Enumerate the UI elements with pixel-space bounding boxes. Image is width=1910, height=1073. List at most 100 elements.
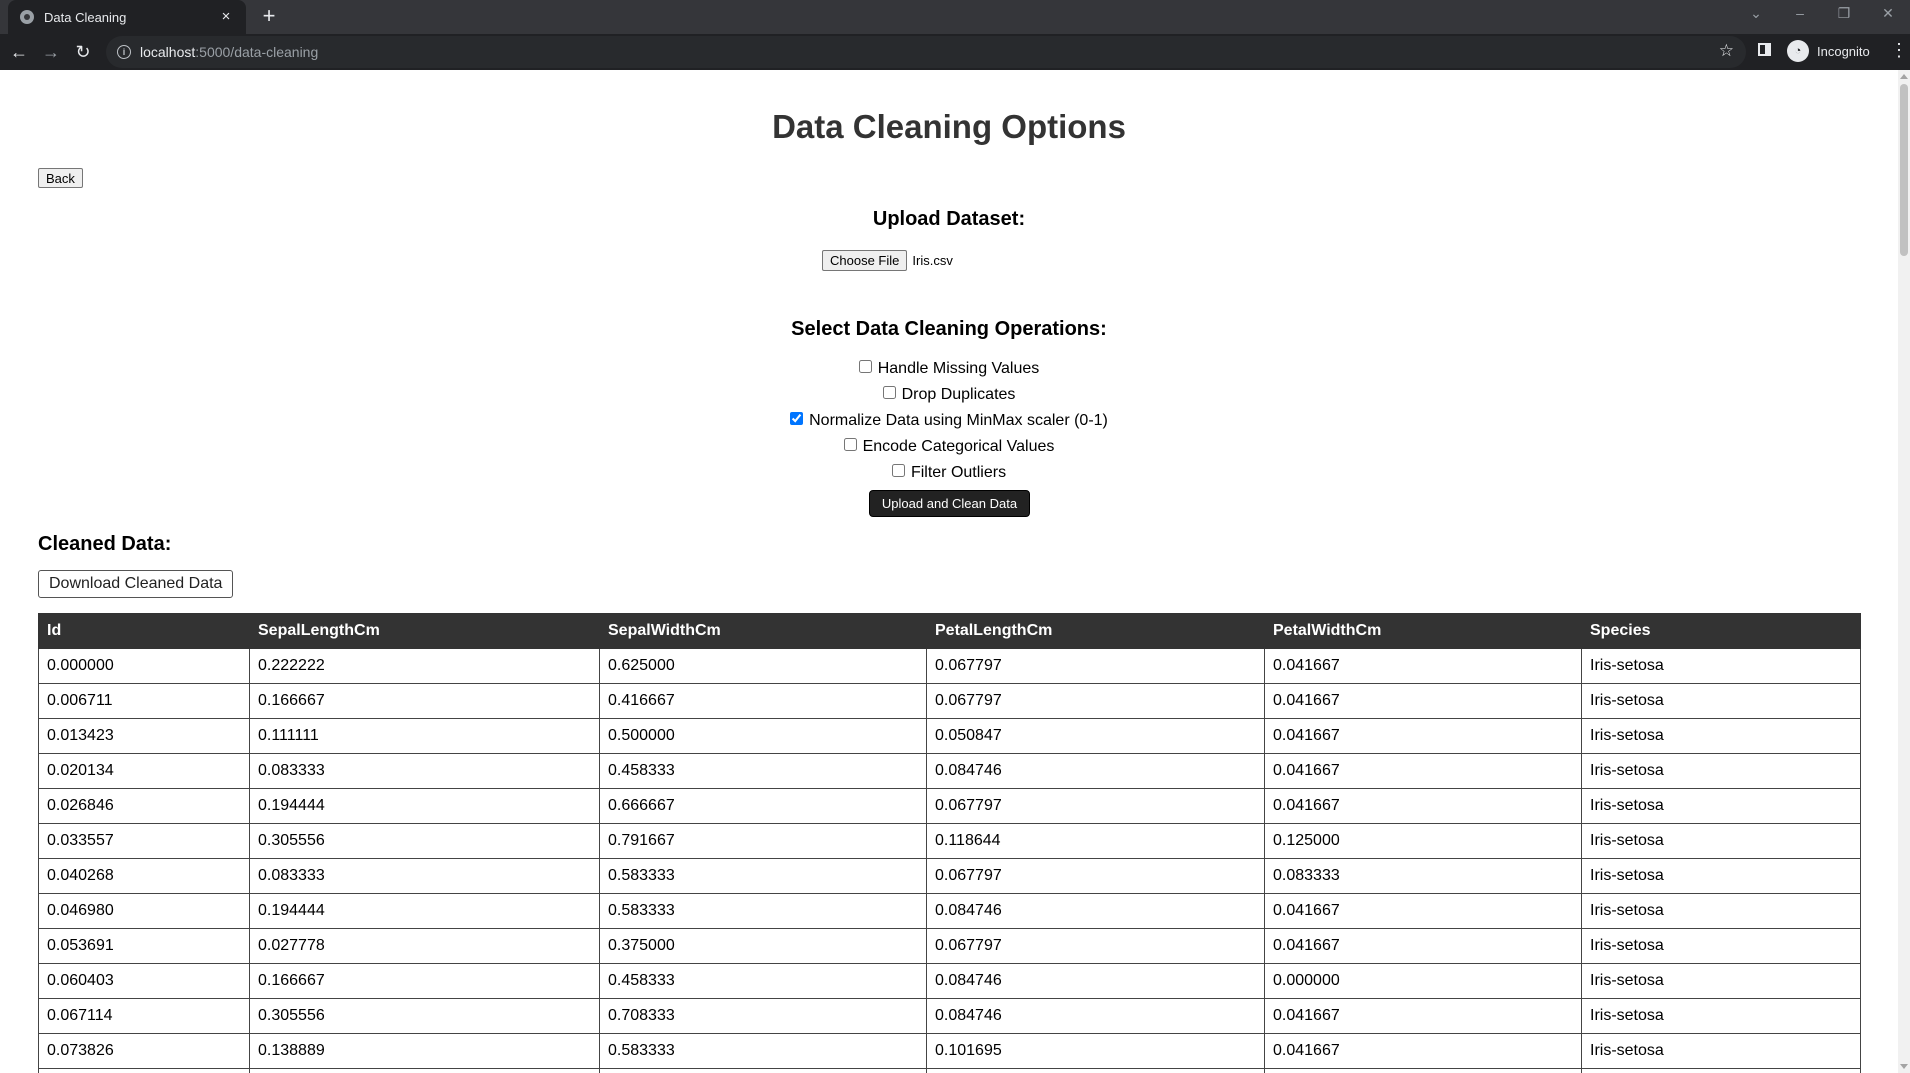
- table-cell: 0.067797: [926, 683, 1265, 719]
- table-cell: 0.500000: [599, 718, 927, 754]
- table-cell: 0.041667: [1264, 1033, 1582, 1069]
- table-cell: Iris-setosa: [1581, 893, 1861, 929]
- cleaned-data-heading: Cleaned Data:: [38, 533, 172, 555]
- table-cell: 0.625000: [599, 648, 927, 684]
- table-row: 0.013423 0.111111 0.500000 0.050847 0.041667…: [38, 718, 1861, 754]
- table-cell: Iris-setosa: [1581, 788, 1861, 824]
- operations-heading: Select Data Cleaning Operations:: [791, 318, 1107, 340]
- table-cell: Iris-setosa: [1581, 823, 1861, 859]
- option-label: Drop Duplicates: [901, 386, 1016, 403]
- minimize-icon[interactable]: –: [1778, 0, 1822, 30]
- incognito-label: Incognito: [1817, 43, 1870, 59]
- browser-tab[interactable]: Data Cleaning ×: [8, 0, 246, 34]
- download-button[interactable]: Download Cleaned Data: [38, 570, 234, 598]
- table-cell: 0.060403: [38, 963, 250, 999]
- table-cell: 0.138889: [249, 1033, 600, 1069]
- close-icon[interactable]: ×: [216, 7, 236, 27]
- table-cell: 0.583333: [599, 1033, 927, 1069]
- url-path: :5000/data-cleaning: [195, 44, 319, 60]
- browser-chrome: Data Cleaning × + ⌄ – ❐ ✕ ← → ↻ i localh…: [0, 0, 1910, 70]
- table-cell: 0.067797: [926, 928, 1265, 964]
- table-row: 0.033557 0.305556 0.791667 0.118644 0.125000…: [38, 823, 1861, 859]
- table-cell: 0.041667: [1264, 928, 1582, 964]
- encode-categorical-checkbox[interactable]: [843, 438, 857, 452]
- table-cell: 0.084746: [926, 753, 1265, 789]
- table-cell: 0.084746: [926, 998, 1265, 1034]
- table-cell: 0.791667: [599, 823, 927, 859]
- upload-clean-button[interactable]: Upload and Clean Data: [869, 490, 1030, 517]
- file-name: Iris.csv: [912, 253, 953, 268]
- option-filter-outliers: Filter Outliers: [0, 464, 1898, 482]
- table-cell: [926, 1068, 1265, 1073]
- table-cell: 0.305556: [249, 823, 600, 859]
- column-header: Species: [1581, 613, 1861, 649]
- table-cell: 0.194444: [249, 788, 600, 824]
- table-cell: 0.166667: [249, 963, 600, 999]
- page-scrollbar[interactable]: [1898, 70, 1910, 1073]
- star-icon[interactable]: ☆: [1719, 41, 1734, 61]
- page-title: Data Cleaning Options: [772, 108, 1126, 145]
- restore-icon[interactable]: ❐: [1822, 0, 1866, 30]
- kebab-menu-icon[interactable]: ⋮: [1890, 40, 1908, 61]
- back-arrow-icon[interactable]: ←: [6, 39, 32, 65]
- table-row: 0.060403 0.166667 0.458333 0.084746 0.000000…: [38, 963, 1861, 999]
- address-bar[interactable]: i localhost:5000/data-cleaning ☆: [106, 36, 1746, 68]
- scroll-up-icon[interactable]: [1900, 74, 1908, 79]
- table-row: 0.046980 0.194444 0.583333 0.084746 0.041667…: [38, 893, 1861, 929]
- plus-icon[interactable]: +: [258, 5, 280, 27]
- info-icon[interactable]: i: [117, 45, 131, 59]
- table-cell: 0.194444: [249, 893, 600, 929]
- forward-arrow-icon[interactable]: →: [38, 39, 64, 65]
- table-cell: 0.020134: [38, 753, 250, 789]
- table-row: 0.073826 0.138889 0.583333 0.101695 0.041667…: [38, 1033, 1861, 1069]
- upload-heading: Upload Dataset:: [872, 208, 1026, 230]
- table-cell: 0.013423: [38, 718, 250, 754]
- table-cell: Iris-setosa: [1581, 1033, 1861, 1069]
- tab-title: Data Cleaning: [44, 9, 127, 25]
- file-input[interactable]: Choose File Iris.csv: [822, 250, 953, 271]
- handle-missing-checkbox[interactable]: [858, 360, 872, 374]
- option-label: Encode Categorical Values: [862, 438, 1055, 455]
- column-header: SepalWidthCm: [599, 613, 927, 649]
- table-cell: 0.118644: [926, 823, 1265, 859]
- column-header: PetalLengthCm: [926, 613, 1265, 649]
- window-close-icon[interactable]: ✕: [1866, 0, 1910, 30]
- drop-duplicates-checkbox[interactable]: [882, 386, 896, 400]
- table-cell: 0.041667: [1264, 893, 1582, 929]
- table-cell: 0.084746: [926, 893, 1265, 929]
- table-cell: 0.027778: [249, 928, 600, 964]
- table-cell: 0.166667: [249, 683, 600, 719]
- table-cell: 0.111111: [249, 718, 600, 754]
- incognito-icon: ◔: [1787, 40, 1809, 62]
- table-cell: 0.053691: [38, 928, 250, 964]
- table-cell: [249, 1068, 600, 1073]
- tab-search-icon[interactable]: ⌄: [1734, 0, 1778, 30]
- filter-outliers-checkbox[interactable]: [891, 464, 905, 478]
- table-row: 0.020134 0.083333 0.458333 0.084746 0.041667…: [38, 753, 1861, 789]
- incognito-indicator[interactable]: ◔ Incognito: [1787, 40, 1870, 62]
- window-controls: ⌄ – ❐ ✕: [1734, 0, 1910, 30]
- table-cell: 0.041667: [1264, 998, 1582, 1034]
- table-cell: Iris-setosa: [1581, 753, 1861, 789]
- table-cell: 0.458333: [599, 963, 927, 999]
- side-panel-icon[interactable]: [1758, 43, 1771, 56]
- table-cell: 0.067114: [38, 998, 250, 1034]
- table-cell: 0.083333: [249, 753, 600, 789]
- table-cell: Iris-setosa: [1581, 928, 1861, 964]
- table-row: 0.053691 0.027778 0.375000 0.067797 0.041667…: [38, 928, 1861, 964]
- table-header-row: Id SepalLengthCm SepalWidthCm PetalLengt…: [38, 613, 1861, 649]
- option-label: Filter Outliers: [910, 464, 1007, 481]
- table-cell: 0.583333: [599, 858, 927, 894]
- table-cell: 0.375000: [599, 928, 927, 964]
- scrollbar-thumb[interactable]: [1900, 84, 1908, 256]
- choose-file-button[interactable]: Choose File: [822, 250, 908, 271]
- table-cell: 0.026846: [38, 788, 250, 824]
- back-button[interactable]: Back: [38, 168, 83, 188]
- table-cell: [599, 1068, 927, 1073]
- reload-icon[interactable]: ↻: [70, 39, 96, 65]
- normalize-checkbox[interactable]: [790, 412, 804, 426]
- cleaned-data-table: Id SepalLengthCm SepalWidthCm PetalLengt…: [38, 613, 1861, 1073]
- table-row: 0.000000 0.222222 0.625000 0.067797 0.041667…: [38, 648, 1861, 684]
- scroll-down-icon[interactable]: [1900, 1064, 1908, 1069]
- table-row: 0.006711 0.166667 0.416667 0.067797 0.041667…: [38, 683, 1861, 719]
